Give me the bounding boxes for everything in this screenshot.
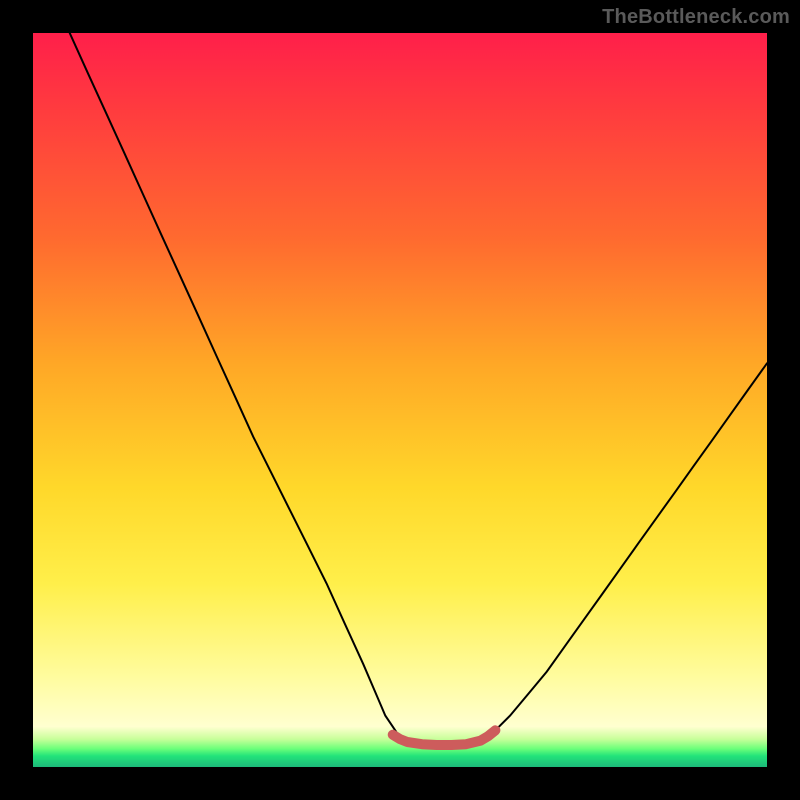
chart-frame: TheBottleneck.com	[0, 0, 800, 800]
bottleneck-curve	[70, 33, 767, 745]
curve-layer	[33, 33, 767, 767]
bottom-marker	[393, 730, 496, 745]
watermark-text: TheBottleneck.com	[602, 6, 790, 29]
plot-area	[33, 33, 767, 767]
